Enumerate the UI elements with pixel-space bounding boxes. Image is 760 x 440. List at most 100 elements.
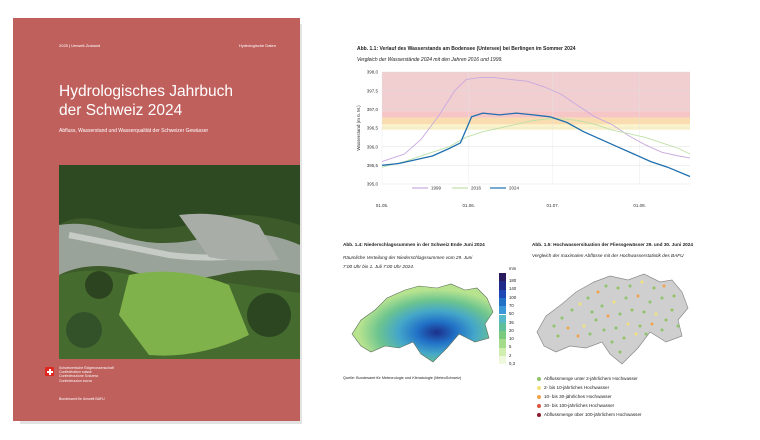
gauge-station-marker <box>566 326 570 330</box>
scale-label: 10 <box>509 336 514 342</box>
flood-legend-item: 30- bis 100-jährliches Hochwasser <box>537 403 614 408</box>
gauge-station-marker <box>610 340 614 344</box>
y-tick-label: 396,5 <box>367 126 379 131</box>
scale-unit: mm <box>509 266 517 271</box>
report-cover: 2025 | Umwelt-Zustand Hydrologische Date… <box>13 18 300 421</box>
cover-title-line2: der Schweiz 2024 <box>59 102 183 119</box>
gauge-station-marker <box>638 324 642 328</box>
gauge-station-marker <box>644 332 648 336</box>
gauge-station-marker <box>622 336 626 340</box>
cover-series: 2025 | Umwelt-Zustand <box>59 43 101 48</box>
gauge-station-marker <box>672 294 676 298</box>
gauge-station-marker <box>552 324 556 328</box>
legend-label: 30- bis 100-jährliches Hochwasser <box>544 403 615 408</box>
gauge-station-marker <box>652 286 656 290</box>
legend-label: Abflussmenge über 100-jährlichem Hochwas… <box>544 412 642 417</box>
gauge-station-marker <box>612 300 616 304</box>
fig-1-4-source: Quelle: Bundesamt für Meteorologie und K… <box>343 376 462 380</box>
cover-title-line1: Hydrologisches Jahrbuch <box>59 83 234 100</box>
gauge-station-marker <box>594 318 598 322</box>
scale-swatch <box>499 273 506 282</box>
scale-swatch <box>499 281 506 290</box>
legend-dot-icon <box>537 403 541 408</box>
gauge-station-marker <box>578 302 582 306</box>
scale-swatch <box>499 322 506 332</box>
legend-dot-icon <box>537 376 541 381</box>
gauge-station-marker <box>614 326 618 330</box>
legend-dot-icon <box>537 412 541 417</box>
gauge-station-marker <box>576 334 580 338</box>
x-tick-label: 01.06. <box>463 203 476 208</box>
gauge-station-marker <box>634 332 638 336</box>
flood-legend-item: 10- bis 30-jährliches Hochwasser <box>537 394 612 399</box>
scale-swatch <box>499 356 506 365</box>
gauge-station-marker <box>604 284 608 288</box>
flood-legend-item: 2- bis 10-jährliches Hochwasser <box>537 385 609 390</box>
gauge-station-marker <box>642 310 646 314</box>
water-level-chart: 395,0 395,5 396,0 396,5 397,0 397,5 398,0 01.05… <box>356 70 691 208</box>
gauge-station-marker <box>582 324 586 328</box>
gauge-station-marker <box>660 296 664 300</box>
legend-dot-icon <box>537 394 541 399</box>
legend-label-1999: 1999 <box>431 186 442 191</box>
fig-1-1-subtitle: Vergleich der Wasserstände 2024 mit den … <box>357 57 503 63</box>
cover-aerial-photo <box>59 165 300 359</box>
x-tick-label: 01.08. <box>633 203 646 208</box>
gauge-station-marker <box>606 314 610 318</box>
gauge-station-marker <box>676 324 680 328</box>
y-tick-label: 397,5 <box>367 88 379 93</box>
y-tick-label: 397,0 <box>367 107 379 112</box>
x-tick-label: 01.05. <box>376 203 389 208</box>
scale-swatch <box>499 339 506 348</box>
gauge-station-marker <box>618 350 622 354</box>
legend-label: 2- bis 10-jährliches Hochwasser <box>544 385 610 390</box>
y-axis-label: Wasserstand (m ü. M.) <box>356 105 361 151</box>
gauge-station-marker <box>560 316 564 320</box>
scale-label: 35 <box>509 319 514 325</box>
y-tick-label: 396,0 <box>367 144 379 149</box>
gauge-station-marker <box>602 328 606 332</box>
gauge-station-marker <box>662 284 666 288</box>
flood-legend-item: Abflussmenge unter 2-jährlichem Hochwass… <box>537 376 638 381</box>
y-tick-label: 395,5 <box>367 163 379 168</box>
scale-label: 2 <box>509 352 512 358</box>
scale-label: 50 <box>509 311 514 317</box>
gauge-station-marker <box>596 290 600 294</box>
flood-legend-item: Abflussmenge über 100-jährlichem Hochwas… <box>537 412 642 417</box>
y-tick-label: 398,0 <box>367 70 379 75</box>
fig-1-5-subtitle: Vergleich der maximalen Abflüsse mit der… <box>532 253 684 258</box>
scale-swatch <box>499 306 506 315</box>
scale-label: 5 <box>509 344 512 350</box>
legend-label: Abflussmenge unter 2-jährlichem Hochwass… <box>544 376 638 381</box>
scale-label: 0,3 <box>509 361 515 366</box>
scale-swatch <box>499 347 506 356</box>
gauge-station-marker <box>636 294 640 298</box>
gauge-station-marker <box>670 308 674 312</box>
gauge-station-marker <box>630 308 634 312</box>
fig-1-4-subtitle: Räumliche Verteilung der Niederschlagssu… <box>343 255 473 269</box>
gauge-station-marker <box>590 310 594 314</box>
legend-label-2016: 2016 <box>471 186 482 191</box>
fig-1-1-title: Abb. 1.1: Verlauf des Wasserstands am Bo… <box>357 46 576 52</box>
precipitation-map <box>347 276 497 371</box>
gauge-station-marker <box>570 308 574 312</box>
gauge-station-marker <box>628 284 632 288</box>
gauge-station-marker <box>650 322 654 326</box>
gauge-station-marker <box>588 332 592 336</box>
gauge-station-marker <box>654 312 658 316</box>
gauge-station-marker <box>626 322 630 326</box>
fig-1-4-title: Abb. 1.4: Niederschlagssummen in der Sch… <box>343 242 485 247</box>
fig-1-5-title: Abb. 1.5: Hochwassersituation der Fliess… <box>532 242 693 247</box>
gauge-station-marker <box>618 312 622 316</box>
threshold-band-3 <box>382 72 690 112</box>
gauge-station-marker <box>600 304 604 308</box>
cover-office: Bundesamt für Umwelt BAFU <box>59 397 105 401</box>
gauge-station-marker <box>586 296 590 300</box>
scale-label: 180 <box>509 278 517 283</box>
cover-category: Hydrologische Daten <box>238 43 276 48</box>
legend-label-2024: 2024 <box>509 186 520 191</box>
threshold-band-1 <box>382 117 690 125</box>
federation-names: Schweizerische Eidgenossenschaft Confédé… <box>59 366 114 383</box>
scale-swatch <box>499 314 506 323</box>
threshold-band-2 <box>382 111 690 118</box>
